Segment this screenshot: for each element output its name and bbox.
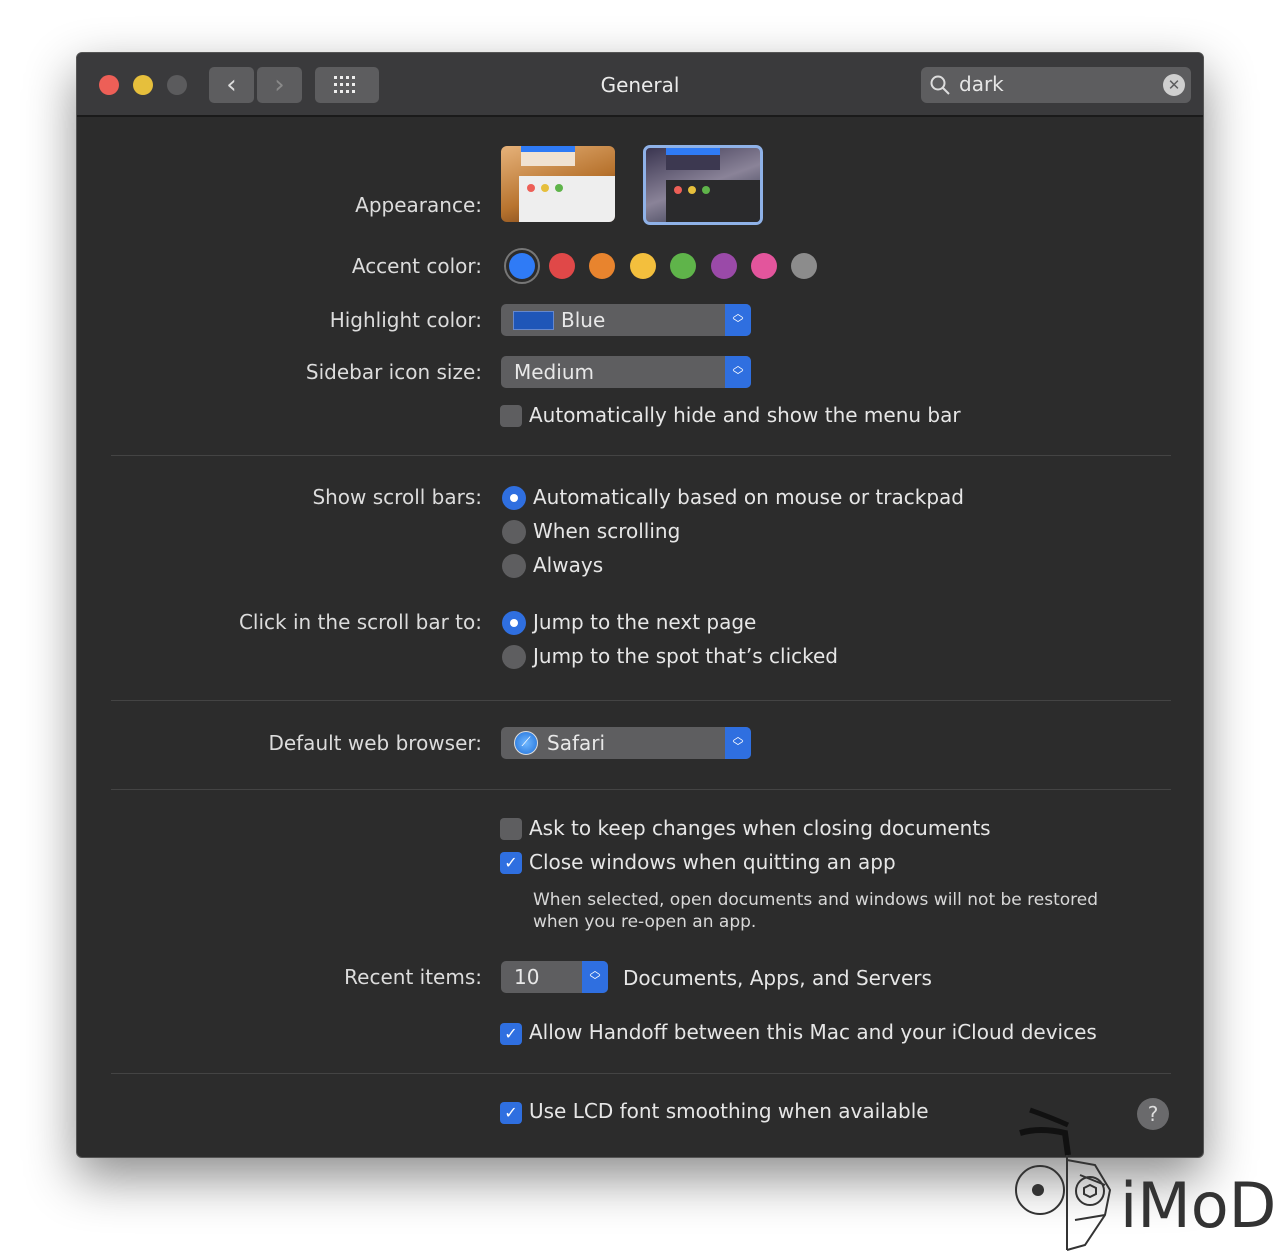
default-browser-label: Default web browser: bbox=[268, 731, 482, 755]
accent-green[interactable] bbox=[670, 253, 696, 279]
scroll-bars-label: Show scroll bars: bbox=[312, 485, 482, 509]
sidebar-icon-size-popup[interactable]: Medium ︿ ﹀ bbox=[501, 356, 751, 388]
handoff-checkbox[interactable]: ✓ bbox=[500, 1023, 522, 1045]
checkmark-icon: ✓ bbox=[504, 1024, 518, 1043]
accent-pink[interactable] bbox=[751, 253, 777, 279]
sidebar-value: Medium bbox=[514, 360, 594, 384]
browser-value: Safari bbox=[547, 731, 606, 755]
highlight-swatch bbox=[513, 311, 554, 330]
search-input[interactable]: dark bbox=[959, 72, 1004, 96]
appearance-label: Appearance: bbox=[355, 193, 482, 217]
ask-keep-label: Ask to keep changes when closing documen… bbox=[529, 816, 991, 840]
menubar-label: Automatically hide and show the menu bar bbox=[529, 403, 961, 427]
checkmark-icon: ✓ bbox=[504, 853, 518, 872]
chevron-updown-icon: ︿ ﹀ bbox=[725, 304, 751, 336]
ask-keep-checkbox[interactable] bbox=[500, 818, 522, 840]
divider bbox=[111, 789, 1171, 790]
handoff-label: Allow Handoff between this Mac and your … bbox=[529, 1020, 1097, 1044]
recent-items-label: Recent items: bbox=[344, 965, 482, 989]
divider bbox=[111, 700, 1171, 701]
close-windows-checkbox[interactable]: ✓ bbox=[500, 852, 522, 874]
divider bbox=[111, 1073, 1171, 1074]
title-bar: ‹ › General dark ✕ bbox=[77, 53, 1203, 117]
chevron-updown-icon[interactable]: ︿ ﹀ bbox=[582, 961, 608, 993]
highlight-value: Blue bbox=[561, 308, 606, 332]
scroll-auto-radio[interactable] bbox=[502, 486, 526, 510]
default-browser-popup[interactable]: ⟋ Safari ︿ ﹀ bbox=[501, 727, 751, 759]
safari-icon: ⟋ bbox=[514, 731, 538, 755]
recent-items-stepper[interactable]: 10 ︿ ﹀ bbox=[501, 961, 608, 993]
scroll-always-radio[interactable] bbox=[502, 554, 526, 578]
search-field[interactable]: dark ✕ bbox=[921, 67, 1191, 103]
checkmark-icon: ✓ bbox=[504, 1103, 518, 1122]
accent-graphite[interactable] bbox=[791, 253, 817, 279]
accent-orange[interactable] bbox=[589, 253, 615, 279]
close-windows-note-line1: When selected, open documents and window… bbox=[533, 890, 1099, 910]
close-windows-note-line2: when you re-open an app. bbox=[533, 912, 757, 932]
menubar-checkbox[interactable] bbox=[500, 405, 522, 427]
clear-search-icon[interactable]: ✕ bbox=[1163, 74, 1185, 96]
scroll-when-scrolling-radio[interactable] bbox=[502, 520, 526, 544]
highlight-color-popup[interactable]: Blue ︿ ﹀ bbox=[501, 304, 751, 336]
lcd-smoothing-checkbox[interactable]: ✓ bbox=[500, 1102, 522, 1124]
recent-items-value: 10 bbox=[514, 965, 540, 989]
svg-text:iMoD: iMoD bbox=[1120, 1169, 1276, 1242]
appearance-dark-option[interactable] bbox=[643, 145, 763, 225]
scroll-always-label: Always bbox=[533, 553, 604, 577]
close-windows-label: Close windows when quitting an app bbox=[529, 850, 896, 874]
appearance-light-option[interactable] bbox=[501, 146, 615, 222]
chevron-updown-icon: ︿ ﹀ bbox=[725, 356, 751, 388]
click-next-page-radio[interactable] bbox=[502, 611, 526, 635]
search-icon bbox=[930, 75, 950, 95]
chevron-updown-icon: ︿ ﹀ bbox=[725, 727, 751, 759]
click-spot-radio[interactable] bbox=[502, 645, 526, 669]
accent-purple[interactable] bbox=[711, 253, 737, 279]
click-spot-label: Jump to the spot that’s clicked bbox=[533, 644, 838, 668]
preferences-window: ‹ › General dark ✕ Appearance: Accent co… bbox=[76, 52, 1204, 1158]
accent-red[interactable] bbox=[549, 253, 575, 279]
click-next-page-label: Jump to the next page bbox=[533, 610, 757, 634]
accent-blue[interactable] bbox=[509, 253, 535, 279]
scroll-when-scrolling-label: When scrolling bbox=[533, 519, 681, 543]
divider bbox=[111, 455, 1171, 456]
imod-watermark-logo: iMoD bbox=[1015, 1107, 1276, 1251]
sidebar-icon-size-label: Sidebar icon size: bbox=[305, 360, 482, 384]
accent-color-label: Accent color: bbox=[351, 254, 482, 278]
accent-yellow[interactable] bbox=[630, 253, 656, 279]
highlight-color-label: Highlight color: bbox=[329, 308, 482, 332]
lcd-smoothing-label: Use LCD font smoothing when available bbox=[529, 1099, 929, 1123]
scroll-auto-label: Automatically based on mouse or trackpad bbox=[533, 485, 964, 509]
click-scroll-bar-label: Click in the scroll bar to: bbox=[238, 610, 482, 634]
recent-items-suffix: Documents, Apps, and Servers bbox=[623, 966, 932, 990]
